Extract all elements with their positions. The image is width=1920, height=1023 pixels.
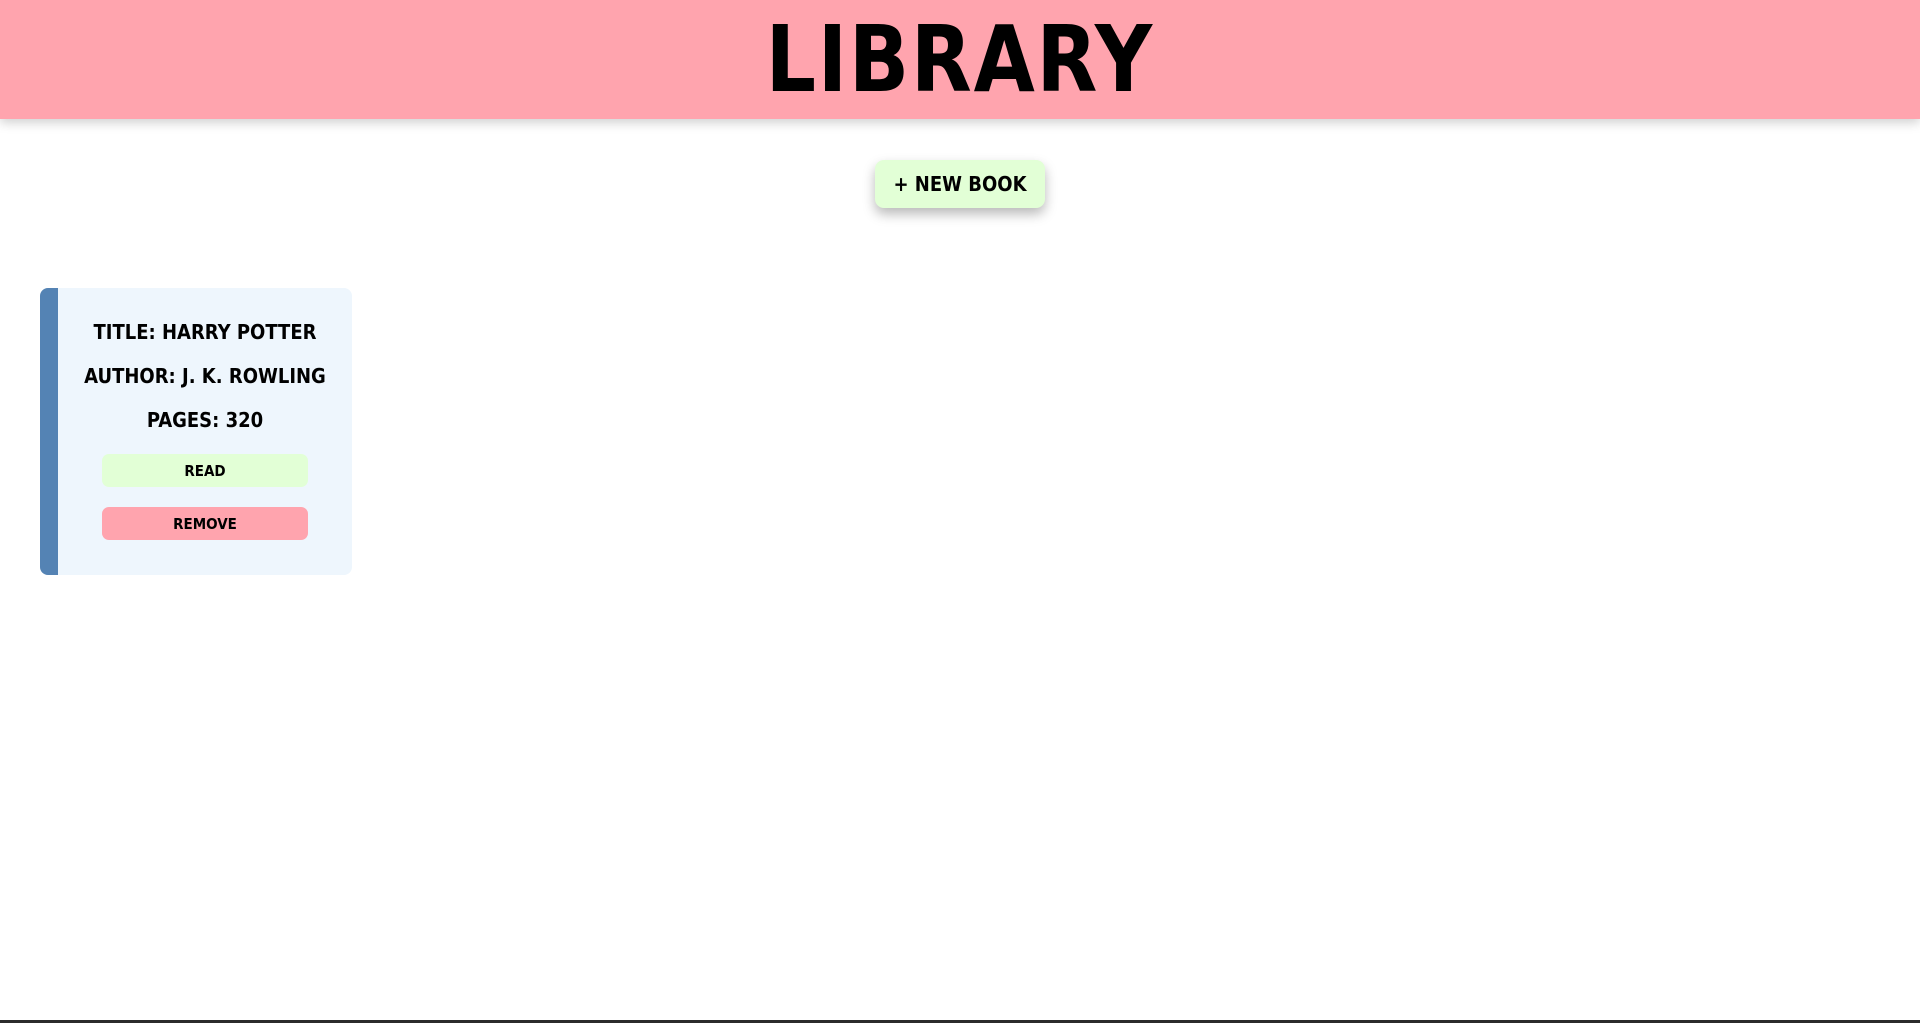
library-page: LIBRARY + NEW BOOK TITLE: HARRY POTTER A… (0, 0, 1920, 1023)
page-title: LIBRARY (765, 5, 1155, 113)
book-card-accent-bar (40, 288, 58, 575)
book-author: AUTHOR: J. K. ROWLING (84, 364, 326, 388)
remove-book-button[interactable]: REMOVE (102, 507, 308, 540)
new-book-button[interactable]: + NEW BOOK (875, 160, 1045, 208)
page-header: LIBRARY (0, 0, 1920, 119)
book-pages: PAGES: 320 (146, 408, 264, 432)
book-card: TITLE: HARRY POTTER AUTHOR: J. K. ROWLIN… (40, 288, 352, 575)
read-toggle-button[interactable]: READ (102, 454, 308, 487)
book-card-body: TITLE: HARRY POTTER AUTHOR: J. K. ROWLIN… (58, 288, 352, 575)
book-title: TITLE: HARRY POTTER (93, 320, 317, 344)
